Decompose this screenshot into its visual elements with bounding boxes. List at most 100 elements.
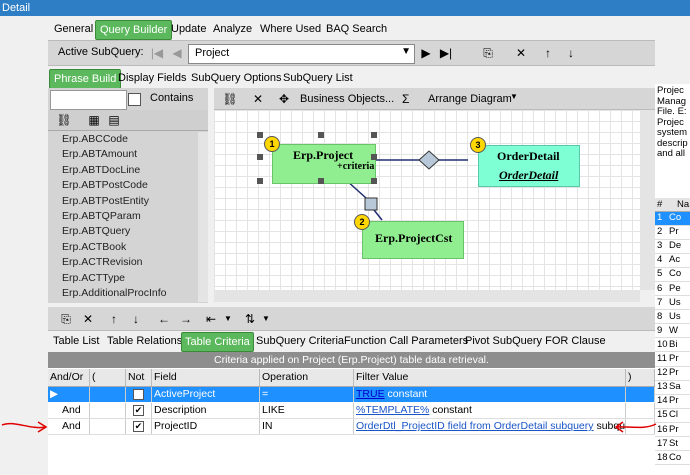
list-item[interactable]: 15 Cl: [655, 409, 690, 423]
resize-handle[interactable]: [318, 178, 324, 184]
chevron-down-icon[interactable]: ▼: [510, 92, 518, 101]
tab-subquery-criteria[interactable]: SubQuery Criteria: [253, 332, 347, 350]
cell-field[interactable]: Description: [152, 403, 260, 418]
cell-and-or[interactable]: And: [48, 419, 90, 434]
tab-function-call-parameters[interactable]: Function Call Parameters: [341, 332, 471, 350]
chevron-down-icon[interactable]: ▼: [258, 311, 274, 327]
table-list-item[interactable]: Erp.ACTRevision: [48, 255, 198, 270]
list-item[interactable]: 14 Pr: [655, 395, 690, 409]
table-list-item[interactable]: Erp.ACTType: [48, 271, 198, 286]
tab-phrase-build[interactable]: Phrase Build: [49, 69, 122, 89]
query-diagram[interactable]: Erp.Project +criteria 1 Erp.ProjectCst 2…: [214, 110, 640, 300]
table-list-item[interactable]: Erp.ACTBook: [48, 240, 198, 255]
move-icon[interactable]: ✥: [276, 91, 292, 107]
filter-value-link[interactable]: TRUE: [356, 388, 385, 400]
not-checkbox[interactable]: [133, 388, 144, 400]
link-icon[interactable]: ⛓: [222, 91, 238, 107]
cell-and-or[interactable]: And: [48, 403, 90, 418]
cell-paren[interactable]: [90, 419, 126, 434]
column-header[interactable]: Field: [152, 369, 260, 386]
column-header[interactable]: Filter Value: [354, 369, 626, 386]
table-search-input[interactable]: [50, 90, 127, 110]
diagram-node-orderdetail[interactable]: OrderDetail OrderDetail: [478, 145, 580, 187]
resize-handle[interactable]: [371, 154, 377, 160]
filter-value-link[interactable]: %TEMPLATE%: [356, 404, 429, 416]
first-arrow-icon[interactable]: |◀: [149, 45, 165, 61]
cell-filter-value[interactable]: OrderDtl_ProjectID field from OrderDetai…: [354, 419, 626, 434]
table-options-icon[interactable]: ▤: [106, 112, 122, 128]
prev-arrow-icon[interactable]: ◀: [169, 45, 185, 61]
cell-filter-value[interactable]: %TEMPLATE% constant: [354, 403, 626, 418]
not-cell[interactable]: ✔: [126, 403, 152, 418]
list-item[interactable]: 7 Us: [655, 297, 690, 311]
list-item[interactable]: 10 Bi: [655, 339, 690, 353]
table-row[interactable]: And ✔ Description LIKE %TEMPLATE% consta…: [48, 403, 655, 419]
list-item[interactable]: 16 Pr: [655, 424, 690, 437]
column-header[interactable]: Operation: [260, 369, 354, 386]
cell-field[interactable]: ProjectID: [152, 419, 260, 434]
cell-operation[interactable]: IN: [260, 419, 354, 434]
list-item[interactable]: 9W: [655, 325, 690, 339]
sort-icon[interactable]: ⇅: [242, 311, 258, 327]
cell-paren[interactable]: [90, 387, 126, 402]
table-list-item[interactable]: Erp.ABTPostCode: [48, 178, 198, 193]
resize-handle[interactable]: [257, 178, 263, 184]
new-icon[interactable]: ⎘: [58, 311, 74, 327]
table-list-item[interactable]: Erp.AdditionalProcInfo: [48, 286, 198, 301]
list-item[interactable]: 1 Co: [655, 212, 690, 226]
table-list-item[interactable]: Erp.ABTQuery: [48, 224, 198, 239]
menu-query-builder[interactable]: Query Builder: [95, 20, 173, 40]
menu-update[interactable]: Update: [167, 20, 210, 38]
column-header[interactable]: Not: [126, 369, 152, 386]
menu-analyze[interactable]: Analyze: [209, 20, 256, 38]
list-item[interactable]: 5 Co: [655, 268, 690, 282]
resize-handle[interactable]: [257, 132, 263, 138]
column-header[interactable]: (: [90, 369, 126, 386]
arrange-diagram-button[interactable]: Arrange Diagram: [428, 93, 512, 105]
tab-subquery-list[interactable]: SubQuery List: [279, 69, 357, 87]
move-down-icon[interactable]: ↓: [563, 45, 579, 61]
filter-value-link[interactable]: OrderDtl_ProjectID field from OrderDetai…: [356, 420, 594, 432]
contains-checkbox[interactable]: [128, 93, 141, 106]
column-header[interactable]: ): [626, 369, 655, 386]
new-icon[interactable]: ⎘: [480, 45, 496, 61]
resize-handle[interactable]: [257, 154, 263, 160]
chevron-down-icon[interactable]: ▼: [401, 46, 411, 57]
table-list-item[interactable]: Erp.ABTDocLine: [48, 163, 198, 178]
list-item[interactable]: 8 Us: [655, 311, 690, 325]
list-item[interactable]: 11 Pr: [655, 353, 690, 367]
delete-icon[interactable]: ✕: [250, 91, 266, 107]
list-item[interactable]: 3 De: [655, 240, 690, 254]
table-list-item[interactable]: Erp.ABTPostEntity: [48, 194, 198, 209]
not-cell[interactable]: [126, 387, 152, 402]
resize-handle[interactable]: [371, 178, 377, 184]
table-list-item[interactable]: Erp.ABCCode: [48, 132, 198, 147]
list-item[interactable]: 13 Sa: [655, 381, 690, 395]
move-up-icon[interactable]: ↑: [106, 311, 122, 327]
not-checkbox[interactable]: ✔: [133, 404, 144, 416]
diagram-vscrollbar[interactable]: [640, 110, 655, 290]
list-item[interactable]: 18 Co: [655, 452, 690, 466]
list-item[interactable]: 4 Ac: [655, 254, 690, 268]
delete-icon[interactable]: ✕: [513, 45, 529, 61]
next-arrow-icon[interactable]: ▶: [418, 45, 434, 61]
diagram-node-project[interactable]: Erp.Project +criteria: [272, 144, 376, 184]
tab-subquery-options[interactable]: SubQuery Options: [187, 69, 286, 87]
node-subquery-link[interactable]: OrderDetail: [499, 168, 558, 183]
table-row[interactable]: ▶ ActiveProject = TRUE constant: [48, 387, 655, 402]
cell-operation[interactable]: LIKE: [260, 403, 354, 418]
tab-table-list[interactable]: Table List: [50, 332, 102, 350]
last-arrow-icon[interactable]: ▶|: [438, 45, 454, 61]
list-item[interactable]: 12 Pr: [655, 367, 690, 381]
table-list-item[interactable]: Erp.ABTAmount: [48, 147, 198, 162]
resize-handle[interactable]: [318, 132, 324, 138]
tab-display-fields[interactable]: Display Fields: [114, 69, 190, 87]
outdent-icon[interactable]: ⇤: [203, 311, 219, 327]
column-header[interactable]: And/Or: [48, 369, 90, 386]
business-objects-button[interactable]: Business Objects...: [300, 93, 394, 105]
tab-table-criteria[interactable]: Table Criteria: [181, 332, 254, 352]
cell-close-paren[interactable]: [626, 387, 655, 402]
move-up-icon[interactable]: ↑: [540, 45, 556, 61]
move-left-icon[interactable]: ←: [156, 311, 172, 327]
cell-operation[interactable]: =: [260, 387, 354, 402]
